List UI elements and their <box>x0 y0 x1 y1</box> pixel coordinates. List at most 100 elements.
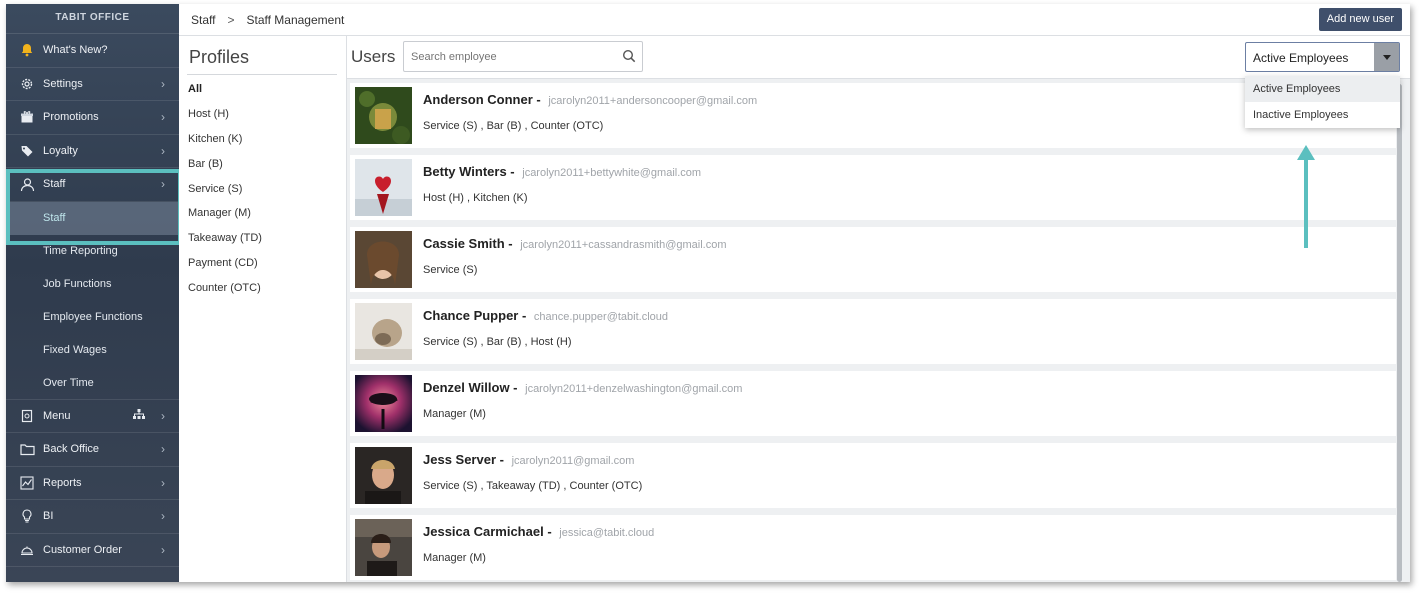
table-row[interactable]: Betty Winters - jcarolyn2011+bettywhite@… <box>350 155 1396 220</box>
profile-item-service[interactable]: Service (S) <box>188 183 262 208</box>
table-row[interactable]: Denzel Willow - jcarolyn2011+denzelwashi… <box>350 371 1396 436</box>
user-email: jcarolyn2011+denzelwashington@gmail.com <box>525 383 743 395</box>
sidebar-subitem-time-reporting[interactable]: Time Reporting <box>6 235 179 268</box>
chevron-right-icon: › <box>161 408 165 423</box>
select-value: Active Employees <box>1253 51 1349 65</box>
sidebar-item-label: Staff <box>43 178 66 191</box>
user-name: Denzel Willow - jcarolyn2011+denzelwashi… <box>423 380 743 395</box>
profiles-title: Profiles <box>189 47 250 67</box>
profile-item-host[interactable]: Host (H) <box>188 108 262 133</box>
profile-item-all[interactable]: All <box>188 83 262 108</box>
user-email: jcarolyn2011@gmail.com <box>511 455 635 467</box>
users-list: Anderson Conner - jcarolyn2011+andersonc… <box>350 83 1396 582</box>
gear-icon <box>18 75 36 93</box>
users-panel: Users Active Employees Active Employees … <box>347 36 1410 582</box>
profile-item-manager[interactable]: Manager (M) <box>188 207 262 232</box>
sidebar-item-label: Menu <box>43 409 71 422</box>
avatar <box>355 159 412 216</box>
chevron-right-icon: › <box>161 509 165 524</box>
search-input[interactable] <box>404 42 604 71</box>
sidebar-item-label: Back Office <box>43 443 100 456</box>
chevron-right-icon: › <box>161 475 165 490</box>
user-email: jessica@tabit.cloud <box>559 527 655 539</box>
breadcrumb-staff[interactable]: Staff <box>191 13 215 27</box>
sidebar-item-label: BI <box>43 510 54 523</box>
hierarchy-icon[interactable] <box>133 408 145 423</box>
user-roles: Manager (M) <box>423 408 486 420</box>
employee-status-select[interactable]: Active Employees <box>1245 42 1400 72</box>
sidebar-item-label: What's New? <box>43 44 108 57</box>
cloche-icon <box>18 541 36 559</box>
user-email: jcarolyn2011+andersoncooper@gmail.com <box>548 95 758 107</box>
option-inactive-employees[interactable]: Inactive Employees <box>1245 102 1400 128</box>
chevron-right-icon: › <box>161 110 165 125</box>
user-email: jcarolyn2011+cassandrasmith@gmail.com <box>520 239 727 251</box>
avatar <box>355 519 412 576</box>
chart-icon <box>18 474 36 492</box>
table-row[interactable]: Jess Server - jcarolyn2011@gmail.com Ser… <box>350 443 1396 508</box>
sidebar-item-settings[interactable]: Settings › <box>6 68 179 101</box>
user-roles: Manager (M) <box>423 552 486 564</box>
user-email: jcarolyn2011+bettywhite@gmail.com <box>522 167 702 179</box>
sidebar-item-bi[interactable]: BI › <box>6 500 179 534</box>
sidebar-item-reports[interactable]: Reports › <box>6 467 179 500</box>
table-row[interactable]: Chance Pupper - chance.pupper@tabit.clou… <box>350 299 1396 364</box>
sidebar-subitem-staff[interactable]: Staff <box>6 201 179 235</box>
search-box <box>403 41 643 72</box>
profile-item-takeaway[interactable]: Takeaway (TD) <box>188 232 262 257</box>
caret-down-icon[interactable] <box>1374 43 1399 71</box>
sidebar-item-whats-new[interactable]: What's New? <box>6 34 179 68</box>
table-row[interactable]: Anderson Conner - jcarolyn2011+andersonc… <box>350 83 1396 148</box>
chevron-right-icon: › <box>161 442 165 457</box>
add-new-user-button[interactable]: Add new user <box>1318 8 1402 31</box>
sidebar-item-menu[interactable]: Menu › <box>6 400 179 433</box>
brand-logo: TABIT OFFICE <box>6 4 179 34</box>
user-roles: Service (S) <box>423 264 478 276</box>
user-name: Betty Winters - jcarolyn2011+bettywhite@… <box>423 164 702 179</box>
user-roles: Service (S) , Takeaway (TD) , Counter (O… <box>423 480 643 492</box>
sidebar-subitem-fixed-wages[interactable]: Fixed Wages <box>6 334 179 367</box>
breadcrumb-separator: > <box>227 12 235 27</box>
sidebar-item-label: Customer Order <box>43 543 122 556</box>
sidebar-item-label: Loyalty <box>43 144 78 157</box>
sidebar: TABIT OFFICE What's New? Settings › Prom… <box>6 4 179 582</box>
sidebar-item-staff[interactable]: Staff › <box>6 168 179 202</box>
user-name: Chance Pupper - chance.pupper@tabit.clou… <box>423 308 669 323</box>
scrollbar[interactable] <box>1397 84 1402 582</box>
option-active-employees[interactable]: Active Employees <box>1245 76 1400 102</box>
user-roles: Host (H) , Kitchen (K) <box>423 192 528 204</box>
sidebar-item-promotions[interactable]: Promotions › <box>6 101 179 135</box>
chevron-right-icon: › <box>161 542 165 557</box>
user-icon <box>18 175 36 193</box>
table-row[interactable]: Cassie Smith - jcarolyn2011+cassandrasmi… <box>350 227 1396 292</box>
chevron-right-icon: › <box>161 76 165 91</box>
profile-item-bar[interactable]: Bar (B) <box>188 158 262 183</box>
tag-icon <box>18 142 36 160</box>
sidebar-subitem-job-functions[interactable]: Job Functions <box>6 268 179 301</box>
chevron-right-icon: › <box>161 143 165 158</box>
profile-item-counter[interactable]: Counter (OTC) <box>188 282 262 307</box>
arrow-up-annotation-icon <box>1297 145 1315 248</box>
app-window: TABIT OFFICE What's New? Settings › Prom… <box>6 4 1410 582</box>
profile-item-payment[interactable]: Payment (CD) <box>188 257 262 282</box>
user-roles: Service (S) , Bar (B) , Host (H) <box>423 336 572 348</box>
table-row[interactable]: Jessica Carmichael - jessica@tabit.cloud… <box>350 515 1396 580</box>
folder-icon <box>18 440 36 458</box>
sidebar-item-label: Settings <box>43 77 83 90</box>
sidebar-subitem-employee-functions[interactable]: Employee Functions <box>6 301 179 334</box>
sidebar-item-loyalty[interactable]: Loyalty › <box>6 135 179 168</box>
sidebar-item-label: Promotions <box>43 111 99 124</box>
avatar <box>355 303 412 360</box>
search-icon[interactable] <box>622 49 636 68</box>
lightbulb-icon <box>18 507 36 525</box>
user-name: Cassie Smith - jcarolyn2011+cassandrasmi… <box>423 236 727 251</box>
sidebar-item-customer-order[interactable]: Customer Order › <box>6 534 179 567</box>
user-name: Jess Server - jcarolyn2011@gmail.com <box>423 452 635 467</box>
bell-icon <box>18 41 36 59</box>
sidebar-subitem-over-time[interactable]: Over Time <box>6 367 179 400</box>
sidebar-item-back-office[interactable]: Back Office › <box>6 433 179 467</box>
profile-item-kitchen[interactable]: Kitchen (K) <box>188 133 262 158</box>
avatar <box>355 87 412 144</box>
breadcrumb-staff-management: Staff Management <box>246 12 345 27</box>
employee-status-dropdown: Active Employees Inactive Employees <box>1245 76 1400 128</box>
